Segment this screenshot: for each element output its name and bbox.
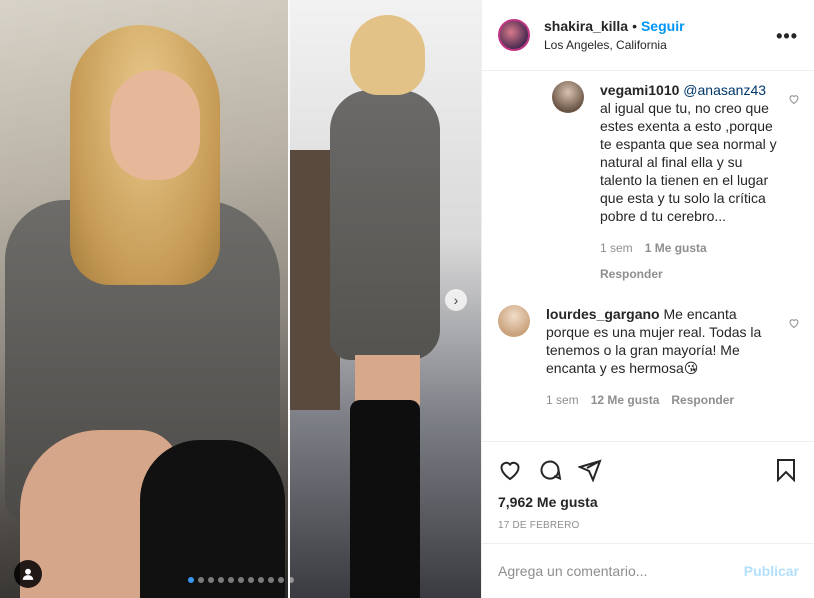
- carousel-dot: [218, 577, 224, 583]
- heart-icon[interactable]: [498, 458, 522, 482]
- add-comment-bar: Publicar: [482, 543, 814, 598]
- reply-button[interactable]: Responder: [600, 265, 778, 283]
- carousel-dot: [228, 577, 234, 583]
- comment-username[interactable]: vegami1010: [600, 82, 679, 98]
- carousel-dot: [288, 577, 294, 583]
- figure-hair-back: [350, 15, 425, 95]
- chevron-right-icon[interactable]: ›: [445, 289, 467, 311]
- figure-face: [110, 70, 200, 180]
- comment-likes[interactable]: 1 Me gusta: [645, 239, 707, 257]
- follow-button[interactable]: Seguir: [641, 18, 685, 34]
- carousel-dot: [188, 577, 194, 583]
- location-link[interactable]: Los Angeles, California: [544, 38, 685, 52]
- carousel-dot: [238, 577, 244, 583]
- post-side-panel: shakira_killa • Seguir Los Angeles, Cali…: [481, 0, 814, 598]
- separator: •: [632, 18, 637, 34]
- figure-dress: [330, 90, 440, 360]
- post-modal: › shakira_killa • Seguir Los Angeles, Ca…: [0, 0, 814, 598]
- avatar[interactable]: [498, 305, 530, 337]
- post-actions: 7,962 Me gusta 17 de febrero: [482, 441, 814, 544]
- post-date[interactable]: 17 de febrero: [498, 520, 798, 531]
- avatar[interactable]: [498, 19, 530, 51]
- publish-button[interactable]: Publicar: [744, 563, 799, 579]
- user-tag-icon[interactable]: [14, 560, 42, 588]
- carousel-dot: [208, 577, 214, 583]
- avatar[interactable]: [552, 81, 584, 113]
- likes-count[interactable]: 7,962 Me gusta: [498, 494, 798, 510]
- more-icon[interactable]: •••: [776, 26, 798, 47]
- carousel-dot: [248, 577, 254, 583]
- figure-boot: [140, 440, 285, 598]
- post-header: shakira_killa • Seguir Los Angeles, Cali…: [482, 0, 814, 71]
- comment-time[interactable]: 1 sem: [546, 391, 579, 409]
- bookmark-icon[interactable]: [774, 458, 798, 482]
- author-username[interactable]: shakira_killa: [544, 18, 628, 34]
- share-icon[interactable]: [578, 458, 602, 482]
- carousel-dot: [198, 577, 204, 583]
- comment-username[interactable]: lourdes_gargano: [546, 306, 660, 322]
- comment-reply: vegami1010 @anasanz43 al igual que tu, n…: [482, 81, 814, 283]
- comment-mention[interactable]: @anasanz43: [683, 82, 766, 98]
- figure-boot-back: [350, 400, 420, 598]
- comment-text: al igual que tu, no creo que estes exent…: [600, 100, 777, 224]
- photo-left: [0, 0, 288, 598]
- comment-icon[interactable]: [538, 458, 562, 482]
- comment: lourdes_gargano Me encanta porque es una…: [482, 305, 814, 409]
- post-media[interactable]: ›: [0, 0, 481, 598]
- reply-button[interactable]: Responder: [671, 391, 734, 409]
- comments-list[interactable]: vegami1010 @anasanz43 al igual que tu, n…: [482, 71, 814, 441]
- carousel-indicator: [188, 577, 294, 583]
- comment-time[interactable]: 1 sem: [600, 239, 633, 257]
- carousel-dot: [278, 577, 284, 583]
- carousel-dot: [268, 577, 274, 583]
- heart-icon[interactable]: [788, 93, 800, 105]
- comment-input[interactable]: [498, 563, 744, 579]
- carousel-dot: [258, 577, 264, 583]
- comment-likes[interactable]: 12 Me gusta: [591, 391, 660, 409]
- heart-icon[interactable]: [788, 317, 800, 329]
- figure-leg-back: [355, 355, 420, 405]
